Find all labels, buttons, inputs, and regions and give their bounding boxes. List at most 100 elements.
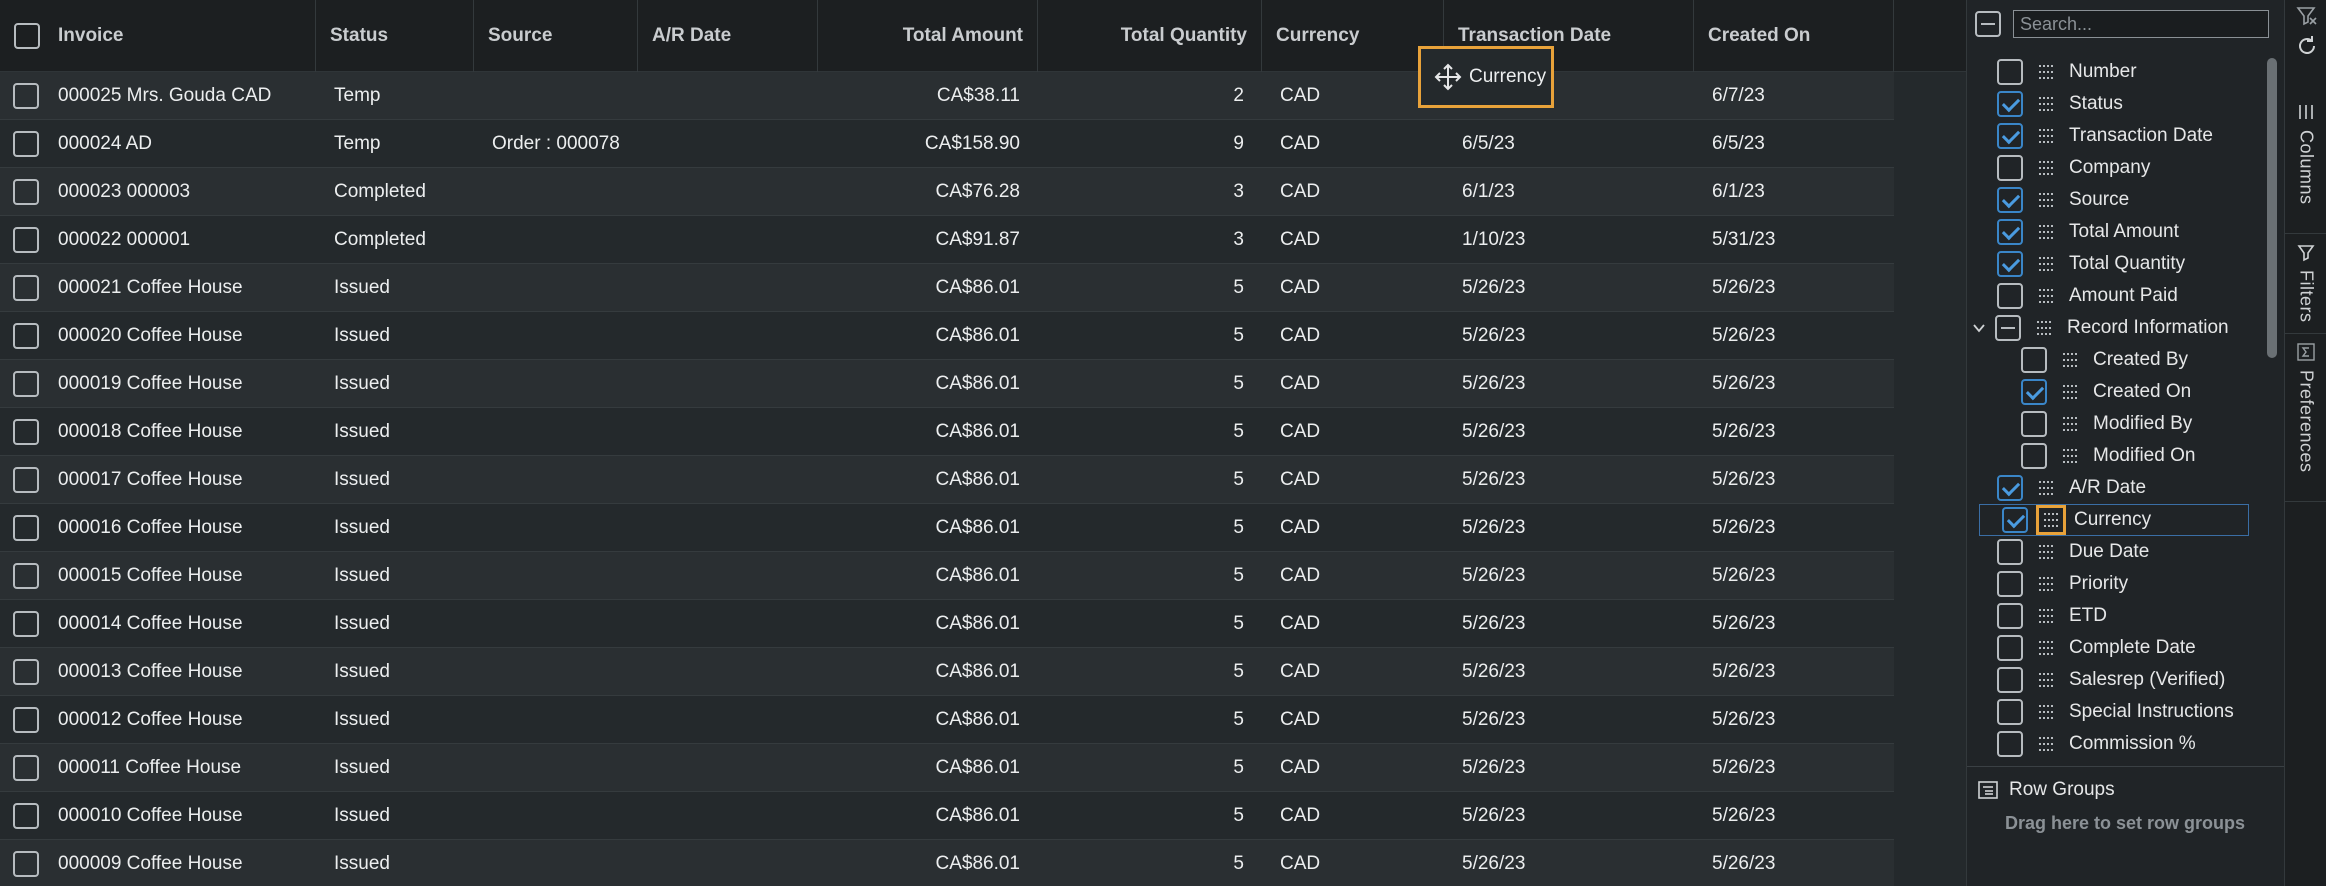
row-checkbox[interactable] (13, 179, 39, 205)
column-list-scrollbar[interactable] (2267, 58, 2277, 358)
cell-created-on[interactable]: 5/26/23 (1712, 312, 1894, 360)
cell-ar-date[interactable] (656, 696, 818, 744)
cell-transaction-date[interactable]: 5/26/23 (1462, 408, 1694, 456)
cell-ar-date[interactable] (656, 648, 818, 696)
drag-handle-icon[interactable] (2035, 319, 2053, 337)
cell-total-quantity[interactable]: 5 (1038, 504, 1244, 552)
cell-total-amount[interactable]: CA$86.01 (818, 360, 1020, 408)
drag-handle-icon[interactable] (2037, 95, 2055, 113)
column-option-company[interactable]: Company (1997, 152, 2150, 184)
cell-source[interactable] (492, 744, 638, 792)
column-option-source[interactable]: Source (1997, 184, 2129, 216)
table-row[interactable]: 000020 Coffee House Issued CA$86.01 5 CAD 5/2… (0, 312, 1894, 360)
cell-source[interactable] (492, 216, 638, 264)
column-option-created-on[interactable]: Created On (2021, 376, 2191, 408)
cell-currency[interactable]: CAD (1280, 120, 1444, 168)
row-checkbox[interactable] (13, 131, 39, 157)
column-visibility-checkbox[interactable] (2002, 507, 2028, 533)
cell-total-quantity[interactable]: 5 (1038, 792, 1244, 840)
cell-source[interactable] (492, 312, 638, 360)
select-all-checkbox[interactable] (14, 23, 40, 49)
cell-transaction-date[interactable]: 5/26/23 (1462, 552, 1694, 600)
column-option-modified-on[interactable]: Modified On (2021, 440, 2195, 472)
cell-total-quantity[interactable]: 5 (1038, 648, 1244, 696)
cell-source[interactable] (492, 168, 638, 216)
cell-currency[interactable]: CAD (1280, 456, 1444, 504)
column-option-amount-paid[interactable]: Amount Paid (1997, 280, 2178, 312)
row-checkbox[interactable] (13, 611, 39, 637)
cell-currency[interactable]: CAD (1280, 264, 1444, 312)
column-visibility-checkbox[interactable] (2021, 411, 2047, 437)
column-visibility-checkbox[interactable] (2021, 379, 2047, 405)
drag-handle-icon[interactable] (2037, 255, 2055, 273)
column-visibility-checkbox[interactable] (1997, 219, 2023, 245)
cell-total-amount[interactable]: CA$86.01 (818, 744, 1020, 792)
cell-currency[interactable]: CAD (1280, 792, 1444, 840)
cell-ar-date[interactable] (656, 792, 818, 840)
row-checkbox[interactable] (13, 323, 39, 349)
header-invoice[interactable]: Invoice (0, 0, 316, 72)
column-visibility-checkbox[interactable] (1997, 539, 2023, 565)
cell-created-on[interactable]: 5/31/23 (1712, 216, 1894, 264)
tab-filters[interactable]: Filters (2285, 234, 2326, 334)
column-option-priority[interactable]: Priority (1997, 568, 2128, 600)
column-visibility-checkbox[interactable] (1997, 699, 2023, 725)
row-checkbox[interactable] (13, 83, 39, 109)
cell-created-on[interactable]: 5/26/23 (1712, 792, 1894, 840)
cell-source[interactable] (492, 696, 638, 744)
drag-handle-icon[interactable] (2061, 383, 2079, 401)
refresh-icon[interactable] (2295, 34, 2319, 58)
column-visibility-checkbox[interactable] (1997, 187, 2023, 213)
drag-handle-icon[interactable] (2037, 735, 2055, 753)
column-visibility-checkbox[interactable] (1997, 603, 2023, 629)
cell-total-quantity[interactable]: 3 (1038, 168, 1244, 216)
column-option-special-instructions[interactable]: Special Instructions (1997, 696, 2234, 728)
drag-handle-icon[interactable] (2037, 703, 2055, 721)
cell-ar-date[interactable] (656, 408, 818, 456)
column-option-due-date[interactable]: Due Date (1997, 536, 2149, 568)
column-visibility-checkbox[interactable] (1997, 731, 2023, 757)
cell-invoice[interactable]: 000012 Coffee House (58, 696, 310, 744)
cell-total-amount[interactable]: CA$91.87 (818, 216, 1020, 264)
cell-ar-date[interactable] (656, 312, 818, 360)
row-groups-dropzone[interactable]: Row Groups Drag here to set row groups (1967, 766, 2285, 886)
column-option-record-information[interactable]: Record Information (1973, 312, 2229, 344)
cell-created-on[interactable]: 5/26/23 (1712, 600, 1894, 648)
cell-invoice[interactable]: 000018 Coffee House (58, 408, 310, 456)
column-option-a-r-date[interactable]: A/R Date (1997, 472, 2146, 504)
cell-status[interactable]: Issued (334, 744, 474, 792)
cell-created-on[interactable]: 5/26/23 (1712, 264, 1894, 312)
cell-transaction-date[interactable]: 6/5/23 (1462, 120, 1694, 168)
header-created-on[interactable]: Created On (1694, 0, 1894, 72)
cell-status[interactable]: Issued (334, 600, 474, 648)
clear-filter-icon[interactable] (2295, 4, 2319, 28)
cell-source[interactable] (492, 792, 638, 840)
cell-invoice[interactable]: 000019 Coffee House (58, 360, 310, 408)
cell-invoice[interactable]: 000014 Coffee House (58, 600, 310, 648)
cell-status[interactable]: Issued (334, 360, 474, 408)
column-option-number[interactable]: Number (1997, 56, 2137, 88)
drag-handle-icon[interactable] (2036, 505, 2066, 535)
cell-created-on[interactable]: 6/7/23 (1712, 72, 1894, 120)
cell-invoice[interactable]: 000016 Coffee House (58, 504, 310, 552)
cell-transaction-date[interactable]: 5/26/23 (1462, 840, 1694, 886)
column-visibility-checkbox[interactable] (1997, 123, 2023, 149)
drag-handle-icon[interactable] (2037, 127, 2055, 145)
header-currency[interactable]: Currency (1262, 0, 1444, 72)
column-visibility-checkbox[interactable] (1997, 155, 2023, 181)
cell-source[interactable]: Order : 000078 (492, 120, 638, 168)
cell-created-on[interactable]: 6/1/23 (1712, 168, 1894, 216)
cell-status[interactable]: Issued (334, 264, 474, 312)
column-visibility-checkbox[interactable] (1995, 315, 2021, 341)
column-visibility-checkbox[interactable] (1997, 59, 2023, 85)
column-visibility-checkbox[interactable] (1997, 91, 2023, 117)
cell-total-quantity[interactable]: 5 (1038, 360, 1244, 408)
drag-handle-icon[interactable] (2037, 223, 2055, 241)
cell-status[interactable]: Issued (334, 504, 474, 552)
cell-source[interactable] (492, 600, 638, 648)
cell-currency[interactable]: CAD (1280, 744, 1444, 792)
table-row[interactable]: 000021 Coffee House Issued CA$86.01 5 CAD 5/2… (0, 264, 1894, 312)
cell-transaction-date[interactable]: 5/26/23 (1462, 696, 1694, 744)
column-drag-ghost[interactable]: Currency (1418, 46, 1554, 108)
table-row[interactable]: 000014 Coffee House Issued CA$86.01 5 CAD 5/2… (0, 600, 1894, 648)
